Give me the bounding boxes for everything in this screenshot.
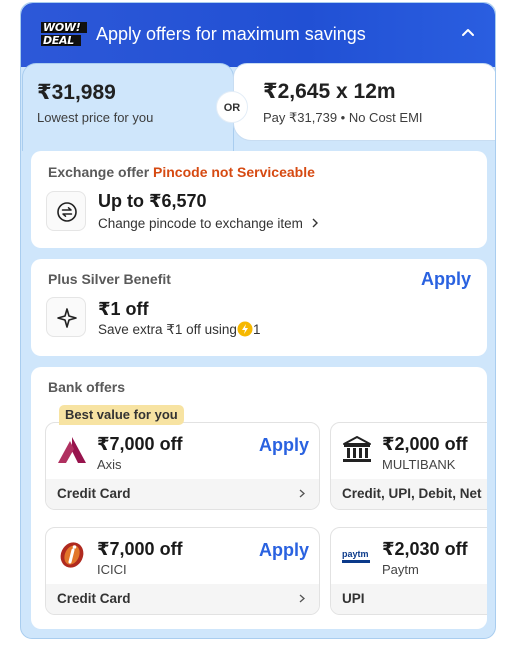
plus-detail: Save extra ₹1 off using 1 xyxy=(98,321,261,337)
offers-header-title: Apply offers for maximum savings xyxy=(96,24,366,44)
plus-benefit-icon xyxy=(46,297,86,337)
bank-offers-title: Bank offers xyxy=(48,379,126,395)
offers-panel: WOW! DEAL Apply offers for maximum savin… xyxy=(20,2,496,639)
paytm-payment-method: UPI xyxy=(331,584,487,614)
lowest-price-label: Lowest price for you xyxy=(37,110,154,125)
icici-apply-button[interactable]: Apply xyxy=(259,540,309,561)
change-pincode-link[interactable]: Change pincode to exchange item xyxy=(98,216,319,231)
bank-offer-multibank[interactable]: ₹2,000 off MULTIBANK Credit, UPI, Debit,… xyxy=(330,422,487,510)
svg-text:paytm: paytm xyxy=(342,549,369,559)
plus-amount: ₹1 off xyxy=(98,299,149,319)
plus-benefit-title: Plus Silver Benefit xyxy=(48,271,171,287)
axis-apply-button[interactable]: Apply xyxy=(259,435,309,456)
chevron-up-icon[interactable] xyxy=(461,27,475,37)
lowest-price-option[interactable]: ₹31,989 Lowest price for you xyxy=(22,63,234,151)
exchange-offer-card[interactable]: Exchange offer Pincode not Serviceable U… xyxy=(31,151,487,248)
supercoin-icon xyxy=(237,321,253,337)
best-value-badge: Best value for you xyxy=(59,405,184,425)
exchange-offer-title: Exchange offer Pincode not Serviceable xyxy=(48,164,315,180)
wow-deal-badge: WOW! DEAL xyxy=(41,22,89,48)
multibank-payment-method: Credit, UPI, Debit, Net xyxy=(331,479,487,509)
emi-label: Pay ₹31,739 • No Cost EMI xyxy=(263,110,423,125)
icici-payment-method: Credit Card xyxy=(46,584,319,614)
bank-offers-grid: ₹7,000 off Axis Apply Credit Card ₹2,000… xyxy=(31,403,487,627)
paytm-logo: paytm xyxy=(342,549,370,563)
emi-option[interactable]: ₹2,645 x 12m Pay ₹31,739 • No Cost EMI xyxy=(233,63,495,141)
emi-price: ₹2,645 x 12m xyxy=(263,80,396,103)
chevron-right-icon xyxy=(299,594,305,603)
plus-benefit-card: Plus Silver Benefit Apply ₹1 off Save ex… xyxy=(31,259,487,356)
bank-offers-card: Bank offers Best value for you ₹7,000 of… xyxy=(31,367,487,629)
exchange-icon xyxy=(46,191,86,231)
icici-bank-logo xyxy=(60,542,84,568)
bank-offer-axis[interactable]: ₹7,000 off Axis Apply Credit Card xyxy=(45,422,320,510)
axis-payment-method: Credit Card xyxy=(46,479,319,509)
or-badge: OR xyxy=(216,91,248,123)
offers-header[interactable]: WOW! DEAL Apply offers for maximum savin… xyxy=(21,3,495,67)
axis-bank-logo xyxy=(58,437,86,463)
bank-building-icon xyxy=(343,436,371,462)
exchange-amount: Up to ₹6,570 xyxy=(98,191,207,211)
pincode-status: Pincode not Serviceable xyxy=(153,164,315,180)
lowest-price: ₹31,989 xyxy=(37,81,116,104)
chevron-right-icon xyxy=(299,489,305,498)
bank-offer-icici[interactable]: ₹7,000 off ICICI Apply Credit Card xyxy=(45,527,320,615)
plus-apply-button[interactable]: Apply xyxy=(421,269,471,290)
bank-offer-paytm[interactable]: paytm ₹2,030 off Paytm UPI xyxy=(330,527,487,615)
chevron-right-icon xyxy=(312,218,318,228)
